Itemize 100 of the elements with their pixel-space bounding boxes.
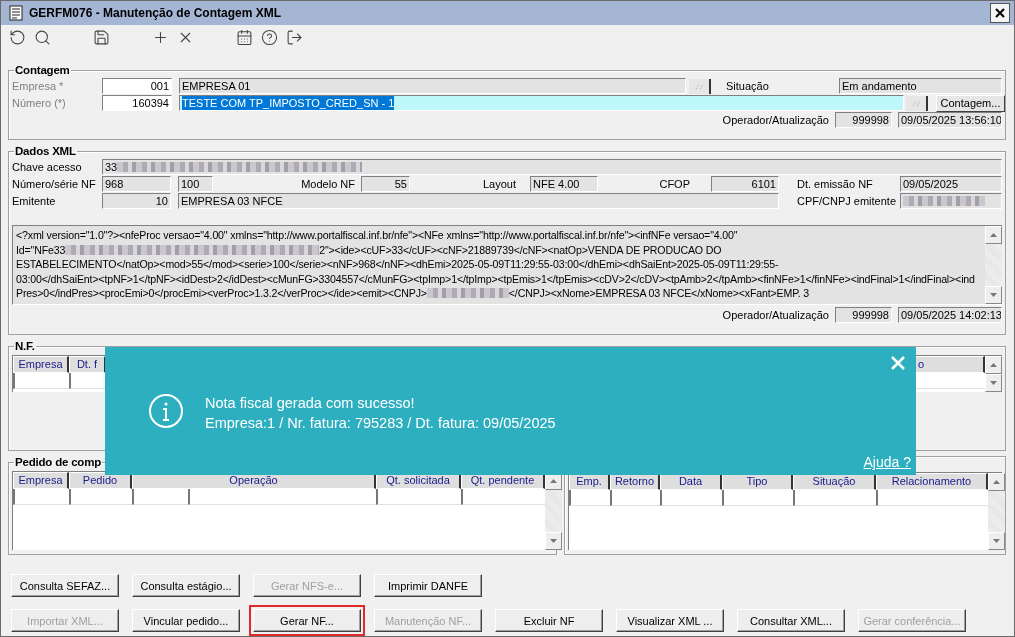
input-field[interactable] (900, 193, 1002, 209)
calendar-icon[interactable] (236, 29, 253, 47)
input-field[interactable]: 968 (102, 176, 171, 192)
exit-icon[interactable] (286, 29, 303, 47)
caret-down-icon (550, 539, 557, 543)
field-label: CFOP (658, 178, 690, 190)
vertical-scrollbar[interactable] (545, 472, 562, 550)
table-cell[interactable] (188, 489, 376, 505)
input-field[interactable]: 09/05/2025 13:56:10 (898, 112, 1002, 128)
input-field[interactable]: 10 (102, 193, 171, 209)
field-label: Dt. emissão NF (797, 178, 874, 190)
field-label: Número/série NF (12, 178, 97, 190)
section-title: Contagem (14, 64, 71, 76)
undo-icon[interactable] (9, 29, 26, 47)
table-cell[interactable] (722, 490, 793, 506)
table-cell[interactable] (376, 489, 461, 505)
action-button[interactable]: Imprimir DANFE (374, 574, 482, 597)
input-field[interactable]: 999998 (835, 112, 892, 128)
action-button[interactable]: Gerar NF... (253, 609, 361, 632)
section-title: Dados XML (14, 145, 77, 157)
input-field[interactable]: NFE 4.00 (530, 176, 598, 192)
xml-text: Id="NFe33 (16, 243, 66, 256)
action-button[interactable]: Vincular pedido... (132, 609, 240, 632)
column-header[interactable]: Dt. f (69, 356, 106, 373)
action-button[interactable]: Consulta estágio... (132, 574, 240, 597)
input-field[interactable]: 55 (361, 176, 410, 192)
xml-text: <?xml version="1.0"?><nfeProc versao="4.00" xmlns="http://www.portalfiscal.inf.br/nfe"><NFe xmlns="http://www.portalfiscal.inf.br/nfe"><infNFe versao="4.00" (16, 229, 738, 242)
field-label: Situação (726, 80, 770, 92)
caret-up-icon (990, 233, 997, 237)
input-field[interactable]: 09/05/2025 (900, 176, 1002, 192)
field-label: Layout (481, 178, 516, 190)
table-cell[interactable] (69, 489, 132, 505)
contagem-button[interactable]: Contagem... (936, 94, 1005, 112)
close-button[interactable] (990, 3, 1010, 24)
table-cell[interactable] (132, 489, 188, 505)
action-button[interactable]: Visualizar XML ... (616, 609, 724, 632)
input-field[interactable]: 6101 (711, 176, 779, 192)
field-label: Empresa * (12, 80, 65, 92)
input-field[interactable]: 160394 (102, 95, 172, 111)
toast-message: Nota fiscal gerada com sucesso! (205, 395, 416, 411)
section-title: N.F. (14, 340, 36, 352)
column-header[interactable]: Empresa (13, 356, 69, 373)
xml-text: 2"><ide><cUF>33</cUF><cNF>21889739</cNF><natOp>VENDA DE PRODUCAO DO (319, 243, 722, 256)
help-icon[interactable] (261, 29, 278, 47)
field-label: Operador/Atualização (722, 114, 829, 126)
scroll-down-button[interactable] (545, 532, 562, 550)
column-header[interactable]: Empresa (13, 472, 69, 489)
dots-icon (694, 82, 704, 90)
field-label: Emitente (12, 195, 57, 207)
table-cell[interactable] (660, 490, 722, 506)
scroll-up-button[interactable] (988, 473, 1005, 491)
field-label: Chave acesso (12, 161, 83, 173)
xml-text: </CNPJ><xNome>EMPRESA 03 NFCE</xNome><xFant>EMP. 3 (508, 287, 810, 300)
scroll-down-button[interactable] (985, 374, 1002, 392)
input-field[interactable]: 001 (102, 78, 172, 94)
input-field[interactable]: TESTE COM TP_IMPOSTO_CRED_SN - 1 (179, 95, 904, 111)
input-field[interactable]: 999998 (835, 307, 892, 323)
field-label: Operador/Atualização (722, 309, 829, 321)
lookup-button[interactable] (689, 78, 711, 94)
section-title: Pedido de comp (14, 456, 103, 468)
xml-text: ESTABELECIMENTO</natOp><mod>55</mod><serie>100</serie><nNF>968</nNF><dhEmi>2025-05-09T11:29:55-03:00</dhEmi><dhSaiEnt>2025-05-09T11:29:55- (16, 258, 779, 271)
input-field[interactable]: 33 (102, 159, 1002, 175)
scroll-down-button[interactable] (985, 286, 1002, 304)
input-field[interactable]: Em andamento (839, 78, 1002, 94)
scroll-down-button[interactable] (988, 532, 1005, 550)
close-icon (995, 8, 1005, 19)
caret-down-icon (990, 293, 997, 297)
vertical-scrollbar[interactable] (985, 356, 1002, 392)
vertical-scrollbar[interactable] (985, 226, 1002, 304)
toast-detail: Empresa:1 / Nr. fatura: 795283 / Dt. fatura: 09/05/2025 (205, 415, 556, 431)
table-cell[interactable] (610, 490, 660, 506)
scroll-up-button[interactable] (985, 226, 1002, 244)
action-button[interactable]: Excluir NF (495, 609, 603, 632)
caret-down-icon (990, 381, 997, 385)
caret-up-icon (990, 363, 997, 367)
table-cell[interactable] (13, 489, 69, 505)
table-cell[interactable] (13, 373, 69, 389)
lookup-button[interactable] (906, 95, 928, 111)
table-cell[interactable] (569, 490, 610, 506)
xml-text: 03:00</dhSaiEnt><tpNF>1</tpNF><idDest>2</idDest><cMunFG>3304557</cMunFG><tpImp>1</tpImp><tpEmis>1</tpEmis><cDV>2</cDV><tpAmb>2</tpAmb><finNFe>1</finNFe><indFinal>1</indFinal><ind (16, 272, 975, 285)
scroll-up-button[interactable] (985, 356, 1002, 374)
input-field[interactable]: EMPRESA 03 NFCE (178, 193, 779, 209)
xml-text: Pres>0</indPres><procEmi>0</procEmi><verProc>1.3.2</verProc></ide><emit><CNPJ> (16, 287, 427, 300)
column-header[interactable]: Pedido (69, 472, 132, 489)
column-header[interactable]: Relacionamento (876, 473, 988, 490)
input-field[interactable]: 09/05/2025 14:02:13 (898, 307, 1002, 323)
input-field[interactable]: EMPRESA 01 (179, 78, 686, 94)
action-button[interactable]: Consulta SEFAZ... (11, 574, 119, 597)
search-icon[interactable] (34, 29, 51, 47)
document-icon (9, 5, 23, 22)
table-cell[interactable] (793, 490, 876, 506)
vertical-scrollbar[interactable] (988, 473, 1005, 550)
save-icon[interactable] (93, 29, 110, 47)
action-button[interactable]: Consultar XML... (737, 609, 845, 632)
xml-text-area[interactable] (12, 225, 1002, 305)
dots-icon (911, 99, 921, 107)
info-icon (148, 393, 184, 429)
caret-down-icon (993, 539, 1000, 543)
input-field[interactable]: 100 (178, 176, 213, 192)
field-label: Modelo NF (300, 178, 355, 190)
